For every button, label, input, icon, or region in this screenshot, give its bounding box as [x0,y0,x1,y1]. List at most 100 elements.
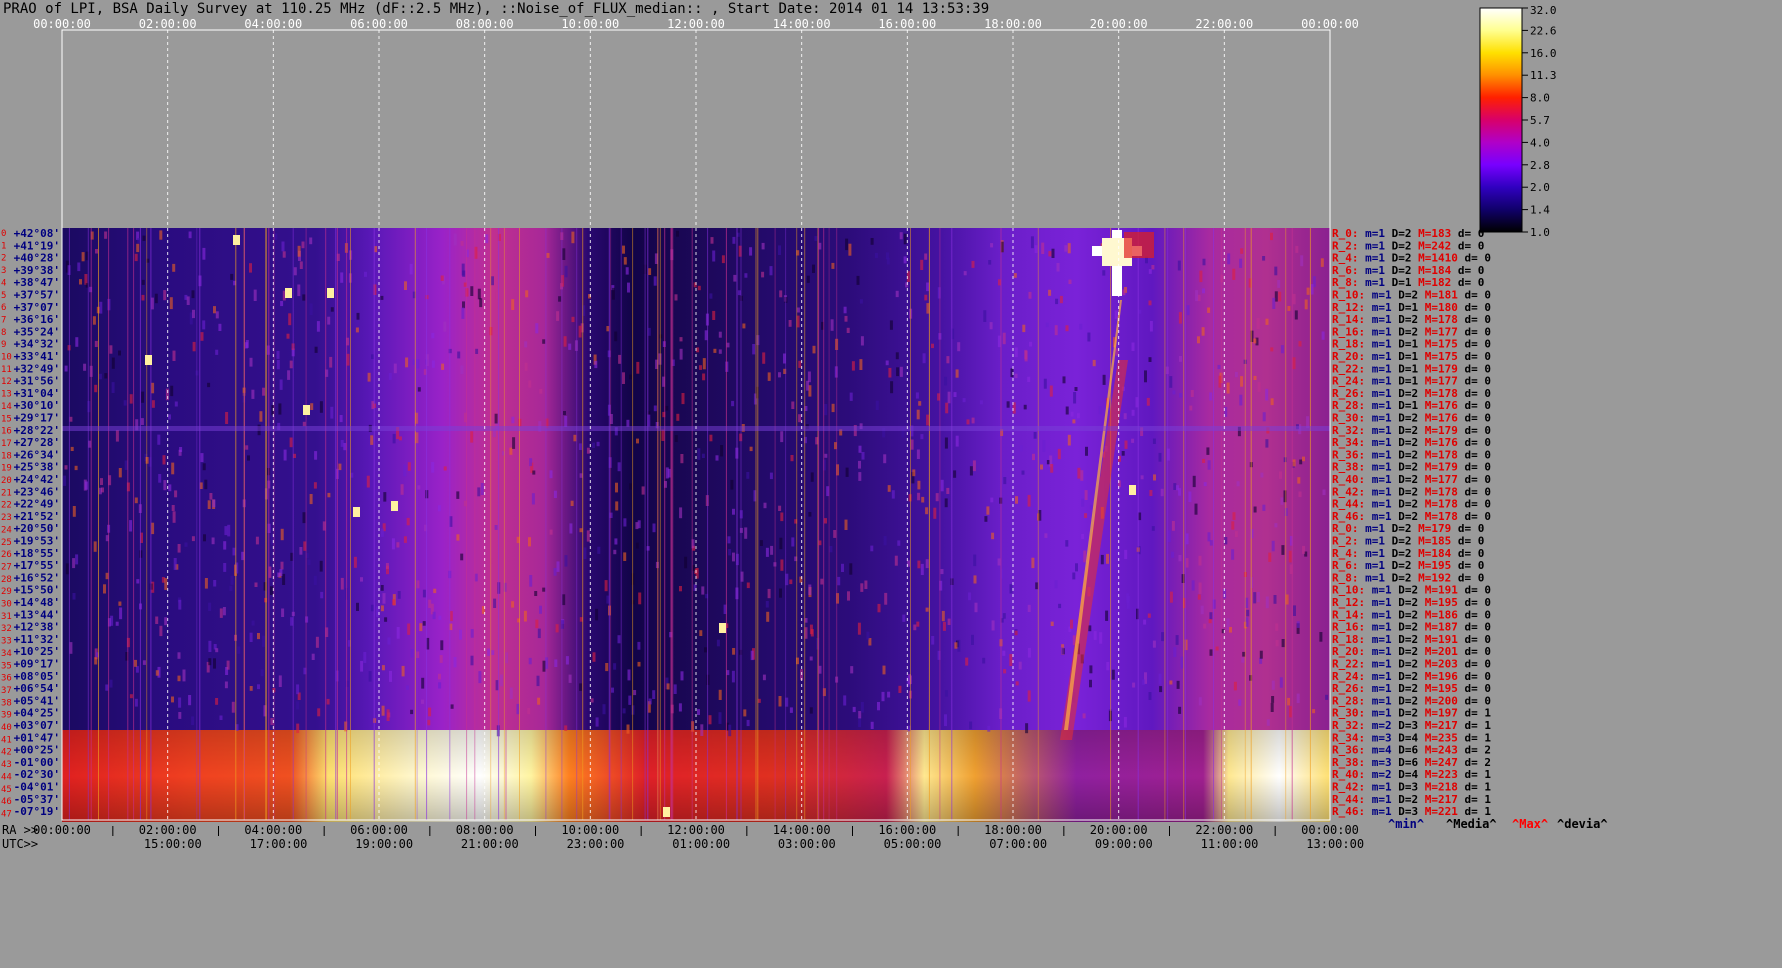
speckle [340,440,344,447]
speckle [778,372,781,378]
speckle [75,554,79,565]
row-number: 39 [1,711,12,721]
speckle [72,593,76,600]
row-number: 47 [1,809,12,819]
speckle [1232,268,1236,280]
speckle [882,665,886,675]
speckle [1161,632,1165,642]
speckle [1312,709,1316,714]
speckle [858,716,862,728]
row-stat: R_2: m=1 D=2 M=242 d= 0 [1332,239,1484,252]
speckle [203,534,206,542]
speckle [917,480,921,490]
speckle [920,434,924,440]
speckle [653,405,657,412]
speckle [709,293,713,299]
speckle [1260,472,1264,478]
speckle [864,580,868,589]
speckle [1111,669,1115,680]
speckle [319,560,323,572]
speckle [806,380,810,391]
row-stat: R_44: m=1 D=2 M=178 d= 0 [1332,498,1491,511]
speckle [614,331,618,342]
row-stat: R_4: m=1 D=2 M=184 d= 0 [1332,547,1484,560]
row-number: 5 [1,291,6,301]
speckle [697,285,701,291]
row-stat: R_6: m=1 D=2 M=184 d= 0 [1332,264,1484,277]
speckle [274,233,278,239]
speckle [1114,310,1118,319]
legend-max: ^Max^ [1512,817,1548,831]
speckle [989,322,993,330]
speckle [178,712,182,719]
declination-label: +15°50' [14,584,60,597]
colorbar-ticks: 32.0 22.6 16.0 11.3 8.0 5.7 4.0 2.8 2.0 1.4 1.0 [1522,4,1557,239]
row-stat: R_24: m=1 D=1 M=177 d= 0 [1332,375,1491,388]
point-source [353,507,360,517]
speckle [1098,406,1102,415]
speckle [528,537,531,547]
speckle [653,276,657,286]
speckle [845,238,849,251]
speckle [910,439,914,450]
speckle [1045,322,1049,328]
speckle [227,524,231,537]
speckle [629,483,633,490]
speckle [789,707,793,713]
speckle [845,467,849,477]
speckle [1049,385,1053,397]
speckle [223,563,227,572]
utc-tick-label: 21:00:00 [461,837,519,851]
speckle [884,592,888,605]
speckle [495,291,499,300]
colorbar-tick-label: 1.4 [1530,204,1550,217]
speckle [1043,378,1047,389]
speckle [340,577,344,590]
speckle [1121,451,1125,456]
speckle [381,665,385,671]
row-stat: R_44: m=1 D=2 M=217 d= 1 [1332,793,1491,806]
speckle [553,568,557,576]
speckle [622,708,626,714]
speckle [255,536,259,545]
speckle [1042,439,1046,452]
speckle [115,621,119,626]
speckle [1280,497,1284,505]
speckle [661,429,665,441]
speckle [898,685,902,693]
speckle [422,589,426,598]
speckle [230,273,234,280]
speckle [718,349,722,354]
speckle [1173,483,1177,490]
speckle [215,311,219,319]
speckle [1298,341,1302,347]
row-number: 46 [1,797,12,807]
speckle [320,591,324,599]
speckle [1239,258,1243,268]
speckle [808,512,812,517]
speckle [1159,686,1163,693]
speckle [701,586,705,595]
speckle [270,586,273,595]
speckle [780,512,784,522]
speckle [997,335,1001,348]
speckle [409,263,413,275]
row-stat: R_32: m=2 D=3 M=217 d= 1 [1332,719,1491,732]
speckle [1002,332,1006,345]
speckle [623,257,627,265]
colorbar-tick-label: 16.0 [1530,47,1557,60]
declination-label: +37°07' [14,301,60,314]
speckle [1062,376,1066,384]
speckle [778,696,782,707]
speckle [64,465,68,470]
speckle [155,670,159,676]
speckle [1169,376,1173,388]
row-stat: R_12: m=1 D=2 M=195 d= 0 [1332,596,1491,609]
speckle [1202,258,1206,266]
declination-label: +11°32' [14,633,60,646]
speckle [456,534,460,541]
speckle [494,525,498,530]
speckle [1122,289,1126,296]
speckle [883,536,887,546]
row-number: 40 [1,723,12,733]
